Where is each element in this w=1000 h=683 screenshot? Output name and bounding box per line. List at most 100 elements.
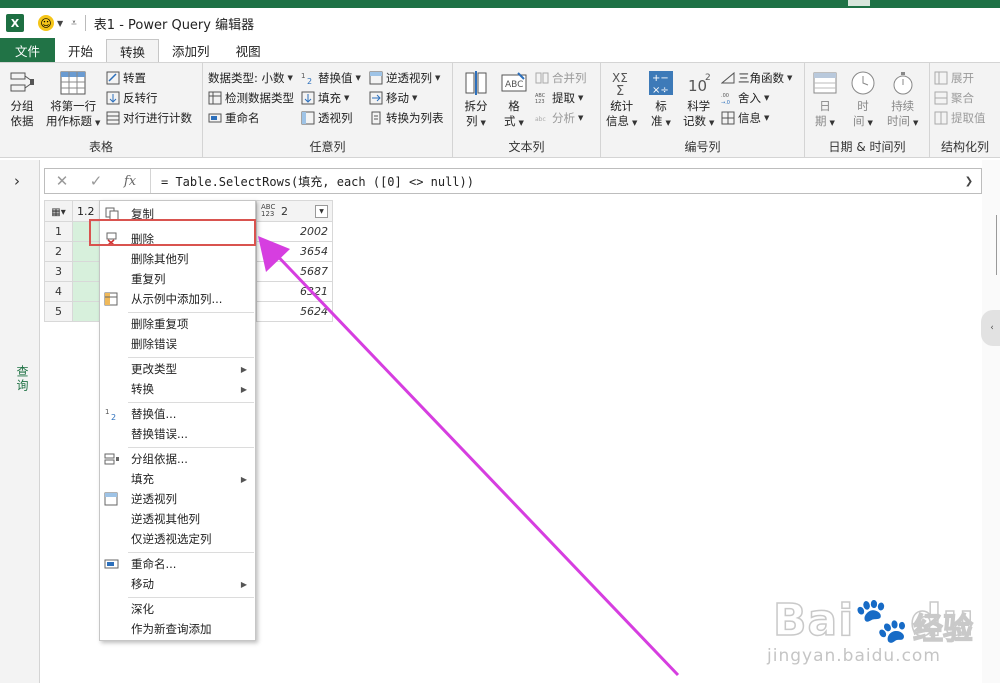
highlight-box [89,219,256,246]
menu-item-replace-errors[interactable]: 替换错误... [100,424,255,444]
menu-item-group-by[interactable]: 分组依据... [100,449,255,469]
chevron-right-icon[interactable]: › [14,172,20,190]
svg-text:2: 2 [307,77,312,85]
time-button[interactable]: 时 间 ▼ [849,69,877,131]
menu-item-fill[interactable]: 填充 ▶ [100,469,255,489]
menu-item-unpivot-selected[interactable]: 仅逆透视选定列 [100,529,255,549]
menu-item-transform[interactable]: 转换 ▶ [100,379,255,399]
menu-item-remove-duplicates[interactable]: 删除重复项 [100,314,255,334]
table-cell[interactable]: 5624 [256,301,333,322]
table-cell[interactable]: 3654 [256,241,333,262]
table-menu-icon[interactable]: ▦▾ [51,207,65,218]
menu-separator [128,597,254,598]
convert-to-list-button[interactable]: 转换为列表 [369,108,444,128]
excel-icon[interactable]: X [6,14,24,32]
submenu-arrow-icon: ▶ [240,384,247,394]
date-button[interactable]: 日 期 ▼ [811,69,839,131]
table-menu-cell[interactable]: ▦▾ [44,200,73,222]
chevron-down-icon[interactable]: ❯ [957,176,981,187]
table-cell[interactable] [72,281,101,302]
check-icon[interactable]: ✓ [79,172,113,190]
standard-label-2: 准 ▼ [651,114,671,128]
menu-item-change-type[interactable]: 更改类型 ▶ [100,359,255,379]
use-first-row-button[interactable]: 将第一行 用作标题 ▼ [46,69,100,131]
rename-button[interactable]: 重命名 [208,108,260,128]
parse-button[interactable]: abc 分析 ▼ [535,108,583,128]
aggregate-button[interactable]: 聚合 [934,88,974,108]
table-cell[interactable]: 5687 [256,261,333,282]
menu-item-drill-down[interactable]: 深化 [100,599,255,619]
extract-values-button[interactable]: 提取值 [934,108,986,128]
statistics-button[interactable]: XΣ Σ 统计 信息 ▼ [606,69,637,131]
table-cell[interactable] [72,261,101,282]
column-header-3[interactable]: ABC 123 2 ▼ [256,200,333,222]
menu-item-unpivot-others[interactable]: 逆透视其他列 [100,509,255,529]
extract-button[interactable]: ABC 123 提取 ▼ [535,88,583,108]
pivot-button[interactable]: 透视列 [301,108,353,128]
column-type-decimal: 1.2 [77,204,95,218]
menu-item-remove-errors[interactable]: 删除错误 [100,334,255,354]
cancel-icon[interactable]: ✕ [45,172,79,190]
extract-values-icon [934,111,948,125]
date-label-1: 日 [819,99,831,113]
ribbon: 分组 依据 将第一行 用作标题 ▼ 转置 反转行 对行进行计数 表格 数据类型: … [0,62,1000,158]
extract-abc-icon: ABC123 [535,93,546,105]
menu-item-duplicate[interactable]: 重复列 [100,269,255,289]
transpose-button[interactable]: 转置 [106,68,146,88]
data-type-dropdown[interactable]: 数据类型: 小数 ▼ [208,68,293,88]
menu-item-replace-values[interactable]: 12 替换值... [100,404,255,424]
standard-button[interactable]: +− ×÷ 标 准 ▼ [647,69,675,131]
smiley-icon[interactable]: ☺ [38,15,54,31]
count-rows-button[interactable]: 对行进行计数 [106,108,192,128]
stopwatch-icon [893,72,913,95]
dropdown-arrow-icon[interactable]: ▼ [57,19,63,28]
tab-file[interactable]: 文件 [0,38,56,62]
tab-add-column[interactable]: 添加列 [159,38,223,62]
fill-button[interactable]: 填充 ▼ [301,88,349,108]
move-button[interactable]: 移动 ▼ [369,88,417,108]
split-column-button[interactable]: 拆分 列 ▼ [462,69,490,131]
tab-home[interactable]: 开始 [55,38,106,62]
menu-item-move[interactable]: 移动 ▶ [100,574,255,594]
ribbon-group-table: 分组 依据 将第一行 用作标题 ▼ 转置 反转行 对行进行计数 表格 [0,63,203,157]
reverse-rows-button[interactable]: 反转行 [106,88,158,108]
table-cell[interactable]: 6321 [256,281,333,302]
table-cell[interactable] [72,301,101,322]
information-label: 信息 [738,111,761,125]
tab-view[interactable]: 视图 [223,38,274,62]
column-filter-button[interactable]: ▼ [315,204,328,218]
menu-item-delete-others[interactable]: 删除其他列 [100,249,255,269]
formula-input[interactable]: = Table.SelectRows(填充, each ([0] <> null… [151,173,957,190]
duration-button[interactable]: 持续 时间 ▼ [887,69,918,131]
merge-columns-icon [535,72,549,84]
trigonometry-button[interactable]: 三角函数 ▼ [721,68,792,88]
query-settings-toggle[interactable]: ‹ [981,310,1000,346]
menu-item-unpivot[interactable]: 逆透视列 [100,489,255,509]
merge-columns-button[interactable]: 合并列 [535,68,587,88]
fx-icon[interactable]: fx [113,174,147,189]
expand-button[interactable]: 展开 [934,68,974,88]
customize-quick-access-icon[interactable]: ⩡ [71,18,77,29]
replace-values-button[interactable]: 12 替换值 ▼ [301,68,361,88]
detect-type-button[interactable]: 检测数据类型 [208,88,294,108]
table-header-icon [60,71,86,95]
menu-item-add-from-examples[interactable]: 从示例中添加列... [100,289,255,309]
scientific-button[interactable]: 10 2 科学 记数 ▼ [683,69,714,131]
aggregate-icon [934,91,948,105]
menu-item-add-as-new-query[interactable]: 作为新查询添加 [100,619,255,639]
svg-text:ABC: ABC [505,80,523,90]
information-button[interactable]: 信息 ▼ [721,108,769,128]
format-label-1: 格 [508,99,520,113]
group-by-button[interactable]: 分组 依据 [8,69,36,129]
menu-item-rename[interactable]: 重命名... [100,554,255,574]
format-button[interactable]: ABC 格 式 ▼ [500,69,528,131]
move-icon [369,91,383,105]
queries-pane-label[interactable]: 查询 [14,365,31,393]
table-cell[interactable]: 2002 [256,221,333,242]
rounding-button[interactable]: .00 →.0 舍入 ▼ [721,88,769,108]
unpivot-button[interactable]: 逆透视列 ▼ [369,68,440,88]
tab-transform[interactable]: 转换 [106,39,160,63]
menu-item-label: 删除错误 [131,337,177,351]
column-header-3-name: 2 [281,204,288,218]
time-label-1: 时 [857,99,869,113]
